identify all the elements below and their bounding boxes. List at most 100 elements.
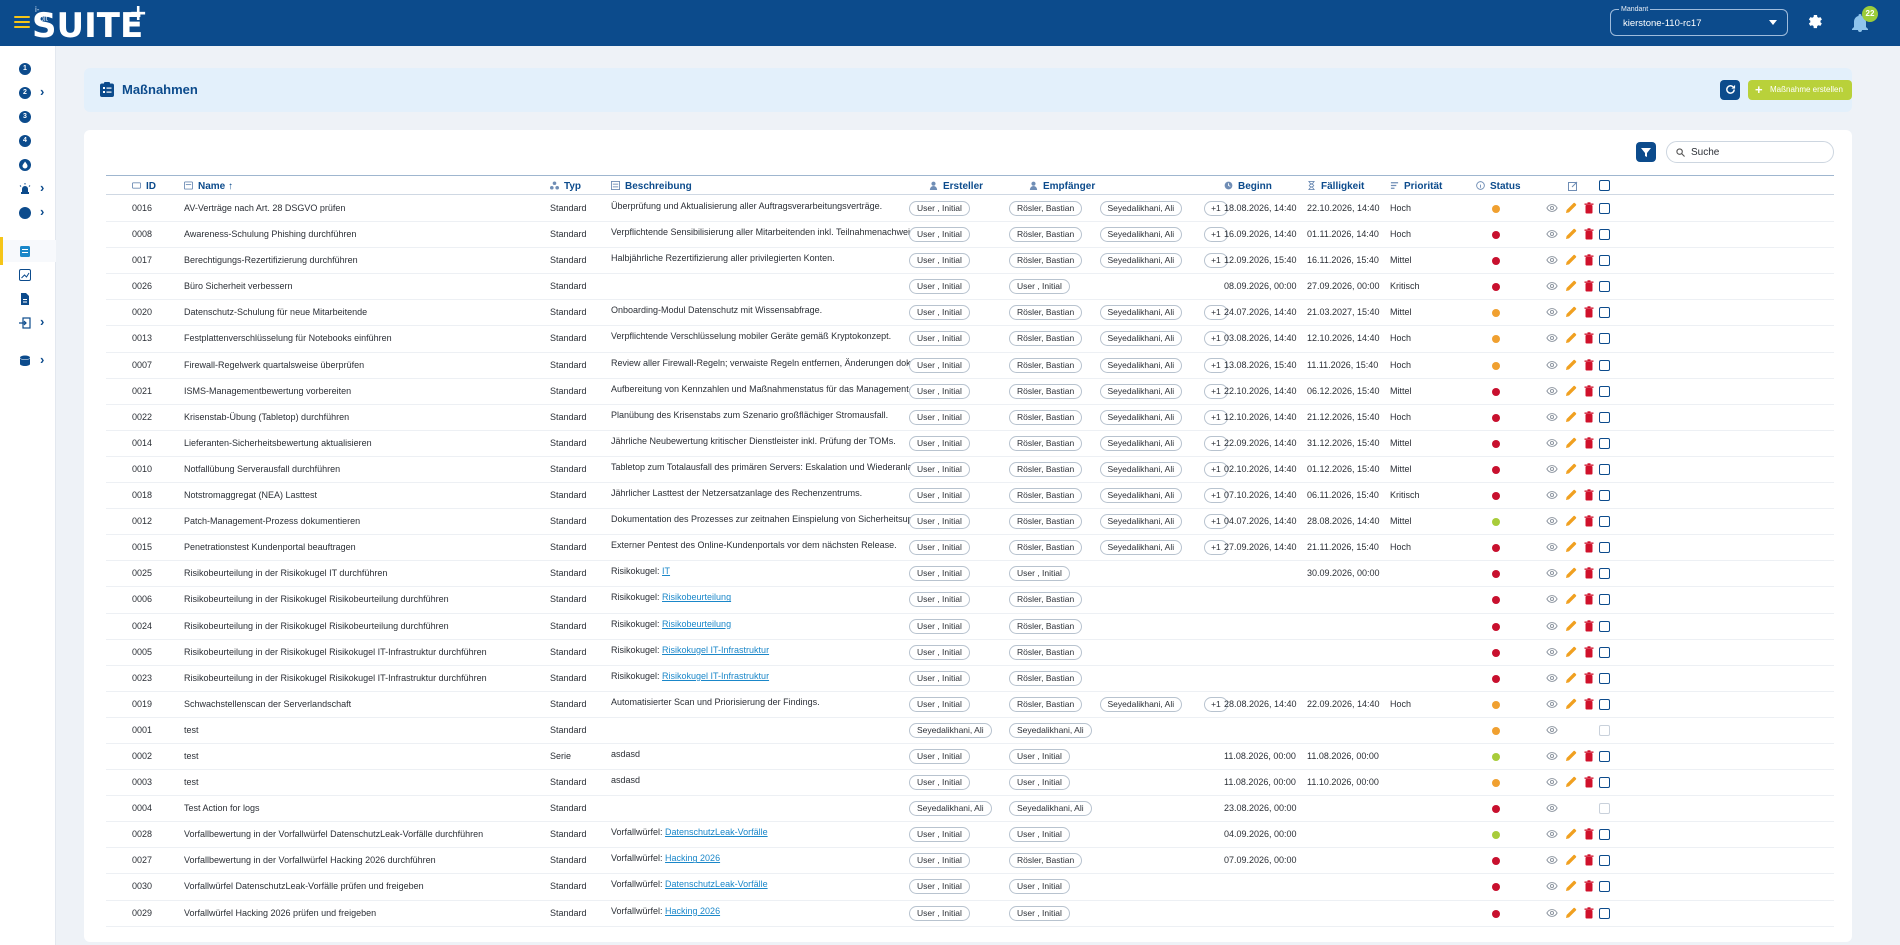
view-icon[interactable]	[1546, 672, 1558, 684]
table-row[interactable]: 0020 Datenschutz-Schulung für neue Mitarb…	[106, 300, 1834, 327]
row-checkbox[interactable]	[1599, 437, 1610, 449]
row-name[interactable]: Lieferanten-Sicherheitsbewertung aktuali…	[184, 438, 372, 448]
edit-icon[interactable]	[1565, 385, 1577, 397]
edit-icon[interactable]	[1565, 359, 1577, 371]
table-row[interactable]: 0025 Risikobeurteilung in der Risikokugel…	[106, 561, 1834, 588]
row-checkbox[interactable]	[1599, 698, 1610, 710]
column-ersteller[interactable]: Ersteller	[929, 181, 983, 192]
row-name[interactable]: ISMS-Managementbewertung vorbereiten	[184, 386, 351, 396]
delete-icon[interactable]	[1583, 228, 1595, 240]
table-row[interactable]: 0028 Vorfallbewertung in der Vorfallwürfe…	[106, 822, 1834, 849]
column-typ[interactable]: Typ	[550, 181, 581, 192]
table-row[interactable]: 0016 AV-Verträge nach Art. 28 DSGVO prüfe…	[106, 196, 1834, 223]
edit-icon[interactable]	[1565, 463, 1577, 475]
delete-icon[interactable]	[1583, 515, 1595, 527]
table-row[interactable]: 0006 Risikobeurteilung in der Risikokugel…	[106, 587, 1834, 614]
row-checkbox[interactable]	[1599, 385, 1610, 397]
column-name[interactable]: Name ↑	[184, 181, 233, 192]
view-icon[interactable]	[1546, 541, 1558, 553]
row-checkbox[interactable]	[1599, 777, 1610, 789]
delete-icon[interactable]	[1583, 202, 1595, 214]
sidebar-item-10[interactable]	[0, 288, 56, 310]
delete-icon[interactable]	[1583, 541, 1595, 553]
edit-icon[interactable]	[1565, 228, 1577, 240]
row-name[interactable]: Notfallübung Serverausfall durchführen	[184, 464, 340, 474]
menu-icon[interactable]	[14, 16, 30, 28]
row-name[interactable]: Datenschutz-Schulung für neue Mitarbeite…	[184, 307, 367, 317]
table-row[interactable]: 0013 Festplattenverschlüsselung für Noteb…	[106, 326, 1834, 353]
row-description-link[interactable]: Risikobeurteilung	[662, 592, 731, 602]
table-row[interactable]: 0007 Firewall-Regelwerk quartalsweise übe…	[106, 353, 1834, 379]
row-checkbox[interactable]	[1599, 724, 1610, 736]
delete-icon[interactable]	[1583, 489, 1595, 501]
row-checkbox[interactable]	[1599, 255, 1610, 267]
row-name[interactable]: Krisenstab-Übung (Tabletop) durchführen	[184, 412, 349, 422]
row-description-link[interactable]: Hacking 2026	[665, 853, 720, 863]
view-icon[interactable]	[1546, 306, 1558, 318]
row-description-link[interactable]: Risikobeurteilung	[662, 619, 731, 629]
row-checkbox[interactable]	[1599, 881, 1610, 893]
row-name[interactable]: Büro Sicherheit verbessern	[184, 281, 293, 291]
sidebar-item-4[interactable]: 4	[0, 130, 56, 152]
row-checkbox[interactable]	[1599, 516, 1610, 528]
row-name[interactable]: Risikobeurteilung in der Risikokugel Ris…	[184, 594, 449, 604]
row-name[interactable]: test	[184, 751, 199, 761]
view-icon[interactable]	[1546, 515, 1558, 527]
edit-icon[interactable]	[1565, 776, 1577, 788]
row-checkbox[interactable]	[1599, 620, 1610, 632]
row-name[interactable]: Patch-Management-Prozess dokumentieren	[184, 516, 360, 526]
mandant-select[interactable]: Mandant kierstone-110-rc17	[1610, 6, 1788, 36]
table-row[interactable]: 0002 test Serie asdasd User , Initial User , …	[106, 744, 1834, 771]
edit-icon[interactable]	[1565, 646, 1577, 658]
delete-icon[interactable]	[1583, 619, 1595, 632]
row-checkbox[interactable]	[1599, 359, 1610, 371]
edit-icon[interactable]	[1565, 672, 1577, 684]
delete-icon[interactable]	[1583, 384, 1595, 397]
row-name[interactable]: Vorfallwürfel Hacking 2026 prüfen und fr…	[184, 908, 376, 918]
delete-icon[interactable]	[1583, 437, 1595, 449]
delete-icon[interactable]	[1583, 567, 1595, 579]
edit-icon[interactable]	[1565, 750, 1577, 762]
row-name[interactable]: Vorfallbewertung in der Vorfallwürfel Ha…	[184, 855, 436, 865]
delete-icon[interactable]	[1583, 906, 1595, 919]
view-icon[interactable]	[1546, 802, 1558, 814]
row-description-link[interactable]: Risikokugel IT-Infrastruktur	[662, 671, 769, 681]
row-name[interactable]: Vorfallwürfel DatenschutzLeak-Vorfälle p…	[184, 881, 424, 891]
delete-icon[interactable]	[1583, 828, 1595, 840]
delete-icon[interactable]	[1583, 463, 1595, 475]
create-measure-button[interactable]: + Maßnahme erstellen	[1748, 80, 1852, 100]
row-checkbox[interactable]	[1599, 750, 1610, 762]
delete-icon[interactable]	[1583, 750, 1595, 762]
sidebar-item-6[interactable]: ›	[0, 178, 56, 200]
view-icon[interactable]	[1546, 646, 1558, 658]
row-checkbox[interactable]	[1599, 907, 1610, 919]
view-icon[interactable]	[1546, 202, 1558, 214]
row-description-link[interactable]: IT	[662, 566, 670, 576]
row-checkbox[interactable]	[1599, 229, 1610, 241]
view-icon[interactable]	[1546, 280, 1558, 292]
edit-icon[interactable]	[1565, 254, 1577, 266]
table-row[interactable]: 0022 Krisenstab-Übung (Tabletop) durchfüh…	[106, 405, 1834, 431]
sidebar-item-3[interactable]: 3	[0, 106, 56, 128]
table-row[interactable]: 0029 Vorfallwürfel Hacking 2026 prüfen un…	[106, 901, 1834, 927]
row-name[interactable]: Schwachstellenscan der Serverlandschaft	[184, 699, 351, 709]
table-row[interactable]: 0019 Schwachstellenscan der Serverlandsch…	[106, 692, 1834, 718]
edit-icon[interactable]	[1565, 620, 1577, 632]
table-row[interactable]: 0021 ISMS-Managementbewertung vorbereiten…	[106, 379, 1834, 405]
row-name[interactable]: Berechtigungs-Rezertifizierung durchführ…	[184, 255, 358, 265]
edit-icon[interactable]	[1565, 515, 1577, 527]
table-row[interactable]: 0005 Risikobeurteilung in der Risikokugel…	[106, 640, 1834, 666]
view-icon[interactable]	[1546, 907, 1558, 919]
table-row[interactable]: 0023 Risikobeurteilung in der Risikokugel…	[106, 666, 1834, 692]
column-prioritaet[interactable]: Priorität	[1390, 181, 1442, 192]
delete-icon[interactable]	[1583, 254, 1595, 266]
row-description-link[interactable]: Hacking 2026	[665, 906, 720, 916]
edit-icon[interactable]	[1565, 202, 1577, 214]
edit-icon[interactable]	[1565, 593, 1577, 605]
delete-icon[interactable]	[1583, 854, 1595, 866]
view-icon[interactable]	[1546, 620, 1558, 632]
view-icon[interactable]	[1546, 880, 1558, 892]
table-row[interactable]: 0015 Penetrationstest Kundenportal beauft…	[106, 535, 1834, 562]
delete-icon[interactable]	[1583, 698, 1595, 710]
view-icon[interactable]	[1546, 411, 1558, 423]
